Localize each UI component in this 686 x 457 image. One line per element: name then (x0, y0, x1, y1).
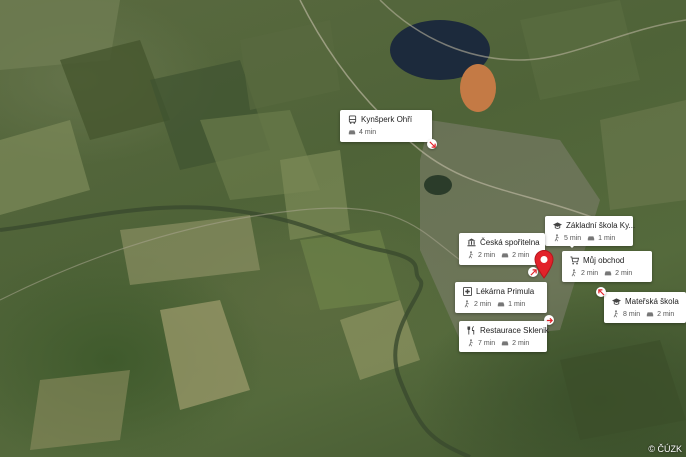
car-icon (348, 128, 356, 136)
poi-drive-time: 1 min (508, 300, 526, 308)
school-icon (553, 221, 562, 230)
car-icon (501, 339, 509, 347)
car-icon (497, 300, 505, 308)
location-pin-icon[interactable] (533, 249, 555, 284)
poi-walk-time: 2 min (581, 269, 599, 277)
poi-card-zakladni-skola[interactable]: Základní škola Ky... 5 min 1 min (545, 216, 636, 246)
poi-drive-time: 2 min (615, 269, 633, 277)
walk-icon (463, 300, 471, 308)
poi-title: Restaurace Sklenik (480, 326, 549, 335)
car-icon (604, 269, 612, 277)
restaurant-icon (467, 326, 476, 335)
poi-card-materska-skola[interactable]: Mateřská škola 8 min 2 min (604, 292, 686, 323)
poi-walk-time: 2 min (478, 251, 496, 259)
poi-card-kynsperk[interactable]: Kynšperk Ohří 4 min (340, 110, 432, 142)
bank-icon (467, 238, 476, 247)
poi-card-muj-obchod[interactable]: Můj obchod 2 min 2 min (562, 251, 652, 282)
poi-title: Mateřská škola (625, 297, 679, 306)
poi-walk-time: 2 min (474, 300, 492, 308)
poi-pointer-kynsperk (427, 139, 437, 149)
poi-drive-time: 1 min (598, 234, 616, 242)
poi-pointer-zakladni-skola (567, 243, 577, 248)
poi-drive-time: 2 min (512, 251, 530, 259)
walk-icon (553, 234, 561, 242)
poi-pointer-materska-skola (596, 287, 606, 297)
poi-title: Kynšperk Ohří (361, 115, 413, 124)
car-icon (587, 234, 595, 242)
car-icon (501, 251, 509, 259)
map-attribution: © ČÚZK (648, 444, 682, 454)
poi-walk-time: 8 min (623, 310, 641, 318)
poi-drive-time: 4 min (359, 128, 377, 136)
poi-title: Lékárna Primula (476, 287, 535, 296)
walk-icon (467, 251, 475, 259)
pharmacy-icon (463, 287, 472, 296)
satellite-map[interactable]: Kynšperk Ohří 4 min Základní škola Ky...… (0, 0, 686, 457)
car-icon (646, 310, 654, 318)
poi-title: Česká spořitelna (480, 238, 540, 247)
walk-icon (570, 269, 578, 277)
poi-title: Základní škola Ky... (566, 221, 636, 230)
poi-card-restaurace-sklenik[interactable]: Restaurace Sklenik 7 min 2 min (459, 321, 549, 352)
bus-icon (348, 115, 357, 124)
poi-walk-time: 5 min (564, 234, 582, 242)
poi-title: Můj obchod (583, 256, 625, 265)
poi-walk-time: 7 min (478, 339, 496, 347)
cart-icon (570, 256, 579, 265)
walk-icon (612, 310, 620, 318)
poi-drive-time: 2 min (657, 310, 675, 318)
poi-card-lekarna-primula[interactable]: Lékárna Primula 2 min 1 min (455, 282, 547, 313)
poi-drive-time: 2 min (512, 339, 530, 347)
walk-icon (467, 339, 475, 347)
school-icon (612, 297, 621, 306)
